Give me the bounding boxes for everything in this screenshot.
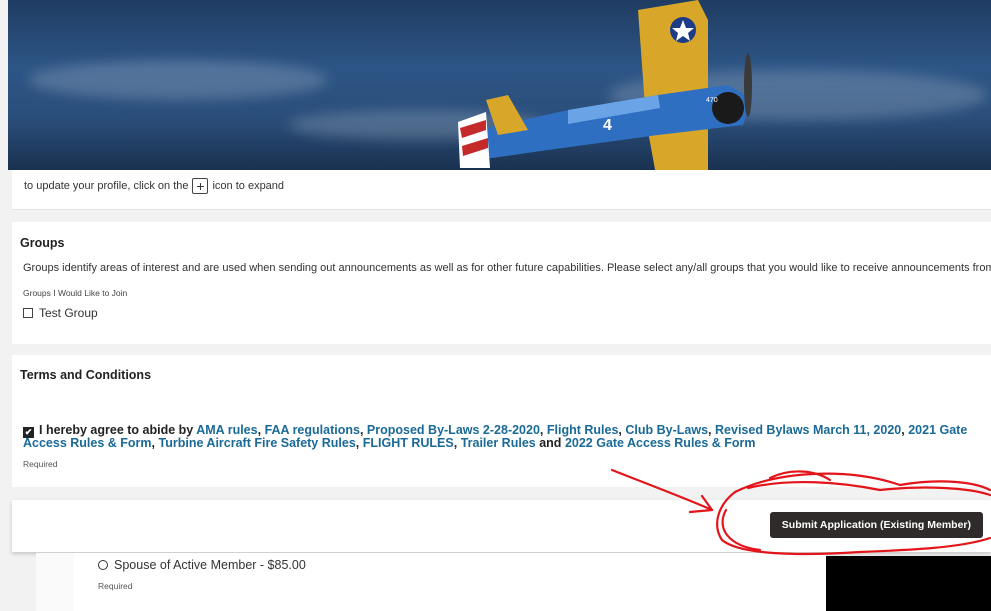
membership-option-label: Spouse of Active Member - $85.00 [114,558,306,572]
group-checkbox[interactable] [23,308,33,318]
profile-hint-card: to update your profile, click on the + i… [12,170,991,210]
link-flight-rules[interactable]: Flight Rules [547,423,619,437]
link-flight-rules-caps[interactable]: FLIGHT RULES [363,436,454,450]
group-option-label: Test Group [39,306,98,320]
link-club-bylaws[interactable]: Club By-Laws [625,423,708,437]
profile-hint-text-before: to update your profile, click on the [24,180,189,192]
group-option-test-group[interactable]: Test Group [23,306,98,320]
submit-application-button[interactable]: Submit Application (Existing Member) [769,512,983,538]
terms-and: and [539,436,562,450]
groups-title: Groups [20,236,65,250]
membership-radio[interactable] [98,560,108,570]
svg-text:4: 4 [603,117,612,134]
membership-required-note: Required [98,581,133,591]
link-revised-bylaws[interactable]: Revised Bylaws March 11, 2020 [715,423,901,437]
hero-banner: 4 470 [8,0,991,170]
terms-title: Terms and Conditions [20,368,152,382]
link-faa-regulations[interactable]: FAA regulations [265,423,360,437]
terms-agreement: ✔ I hereby agree to abide by AMA rules, F… [23,423,968,450]
black-overlay-block [826,556,991,611]
background-panel [36,553,74,611]
link-trailer-rules[interactable]: Trailer Rules [461,436,536,450]
profile-hint: to update your profile, click on the + i… [24,178,284,194]
groups-section: Groups Groups identify areas of interest… [12,222,991,344]
biplane-image: 4 470 [458,0,753,170]
profile-hint-text-after: icon to expand [212,180,285,192]
plus-icon[interactable]: + [192,178,209,194]
submit-bar: Submit Application (Existing Member) [12,500,991,552]
link-2022-gate-access[interactable]: 2022 Gate Access Rules & Form [565,436,756,450]
link-ama-rules[interactable]: AMA rules [196,423,257,437]
terms-required-note: Required [23,459,58,469]
link-turbine-fire-safety[interactable]: Turbine Aircraft Fire Safety Rules [159,436,356,450]
groups-join-label: Groups I Would Like to Join [23,288,128,298]
groups-description: Groups identify areas of interest and ar… [23,262,991,274]
terms-section: Terms and Conditions ✔ I hereby agree to … [12,355,991,487]
link-proposed-bylaws[interactable]: Proposed By-Laws 2-28-2020 [367,423,540,437]
membership-option-spouse[interactable]: Spouse of Active Member - $85.00 [98,558,306,572]
svg-text:470: 470 [706,97,718,104]
membership-option-card: Spouse of Active Member - $85.00 Require… [74,553,826,611]
terms-intro: I hereby agree to abide by [39,423,194,437]
